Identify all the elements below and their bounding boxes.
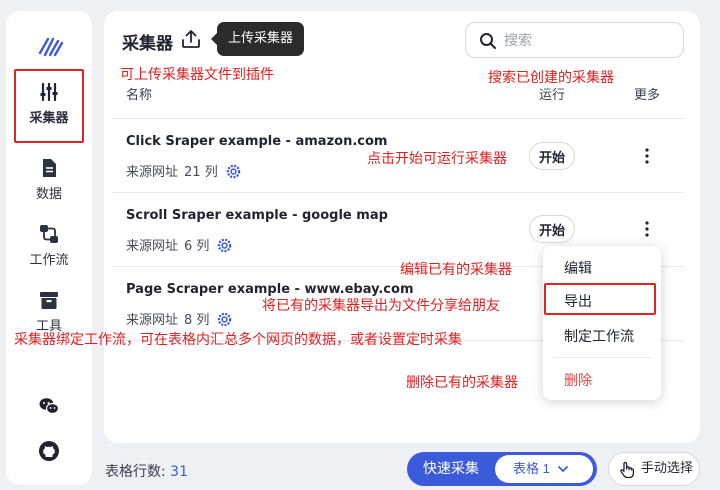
scraper-name[interactable]: Scroll Sraper example - google map [126,208,388,223]
row-divider [112,192,684,193]
source-url-label[interactable]: 来源网址 [126,239,178,254]
scraper-meta: 来源网址 8 列 [126,309,232,328]
page-title: 采集器 [122,34,173,54]
scraper-name[interactable]: Click Sraper example - amazon.com [126,134,387,149]
sidebar-item-data[interactable]: 数据 [6,157,92,202]
more-options-icon[interactable] [640,147,654,165]
upload-icon[interactable] [178,26,204,52]
table-select-value: 表格 1 [513,461,550,476]
sidebar-item-scrapers[interactable]: 采集器 [6,81,92,126]
gear-icon[interactable] [226,164,241,179]
sidebar: 采集器 数据 工作流 工具 [6,11,92,485]
rows-label: 表格行数: [105,464,166,480]
search-box[interactable] [465,22,684,58]
document-icon [43,159,56,177]
search-icon [480,33,496,49]
sidebar-item-tools[interactable]: 工具 [6,289,92,334]
gear-icon[interactable] [217,238,232,253]
search-input[interactable] [504,29,674,53]
wechat-icon[interactable] [38,395,60,417]
more-options-icon[interactable] [640,220,654,238]
menu-item-workflow[interactable]: 制定工作流 [564,326,634,346]
annotation-edit: 编辑已有的采集器 [400,262,512,278]
manual-select-button[interactable]: 手动选择 [608,452,700,486]
gear-icon[interactable] [217,312,232,327]
manual-select-label: 手动选择 [641,461,694,476]
sidebar-item-label: 采集器 [29,111,69,126]
quick-collect-group: 快速采集 表格 1 [407,452,597,486]
column-count: 6 列 [184,239,210,254]
sidebar-item-label: 工作流 [29,253,69,268]
annotation-upload: 可上传采集器文件到插件 [120,67,274,83]
source-url-label[interactable]: 来源网址 [126,165,178,180]
github-icon[interactable] [38,440,60,462]
menu-item-export[interactable]: 导出 [564,291,592,311]
annotation-export: 将已有的采集器导出为文件分享给朋友 [262,298,500,314]
start-button[interactable]: 开始 [529,215,575,243]
workflow-icon [40,225,58,243]
menu-highlight [544,283,656,315]
annotation-search: 搜索已创建的采集器 [488,70,614,86]
column-count: 8 列 [184,313,210,328]
chevron-down-icon [558,466,568,473]
menu-item-delete[interactable]: 删除 [564,370,592,390]
column-header-more: 更多 [634,88,661,103]
hand-pointer-icon [620,461,635,479]
annotation-start: 点击开始可运行采集器 [367,151,507,167]
sliders-icon [40,82,58,102]
rows-count: 31 [170,464,188,480]
sidebar-item-workflow[interactable]: 工作流 [6,223,92,268]
scraper-meta: 来源网址 21 列 [126,161,241,180]
upload-tooltip: 上传采集器 [210,22,305,56]
table-select[interactable]: 表格 1 [495,455,593,483]
toolbox-icon [40,292,58,309]
menu-item-edit[interactable]: 编辑 [564,258,592,278]
row-divider [112,118,684,119]
scraper-meta: 来源网址 6 列 [126,235,232,254]
menu-divider [553,357,651,358]
annotation-delete: 删除已有的采集器 [406,375,518,391]
source-url-label[interactable]: 来源网址 [126,313,178,328]
sidebar-item-label: 数据 [35,187,62,202]
annotation-workflow: 采集器绑定工作流，可在表格内汇总多个网页的数据，或者设置定时采集 [14,332,462,348]
column-header-name: 名称 [126,88,153,103]
quick-collect-button[interactable]: 快速采集 [423,452,479,486]
column-count: 21 列 [184,165,218,180]
context-menu: 编辑 导出 制定工作流 删除 [543,246,661,400]
start-button[interactable]: 开始 [529,142,575,170]
app-logo [38,37,64,57]
table-rows-count: 表格行数: 31 [105,461,188,481]
